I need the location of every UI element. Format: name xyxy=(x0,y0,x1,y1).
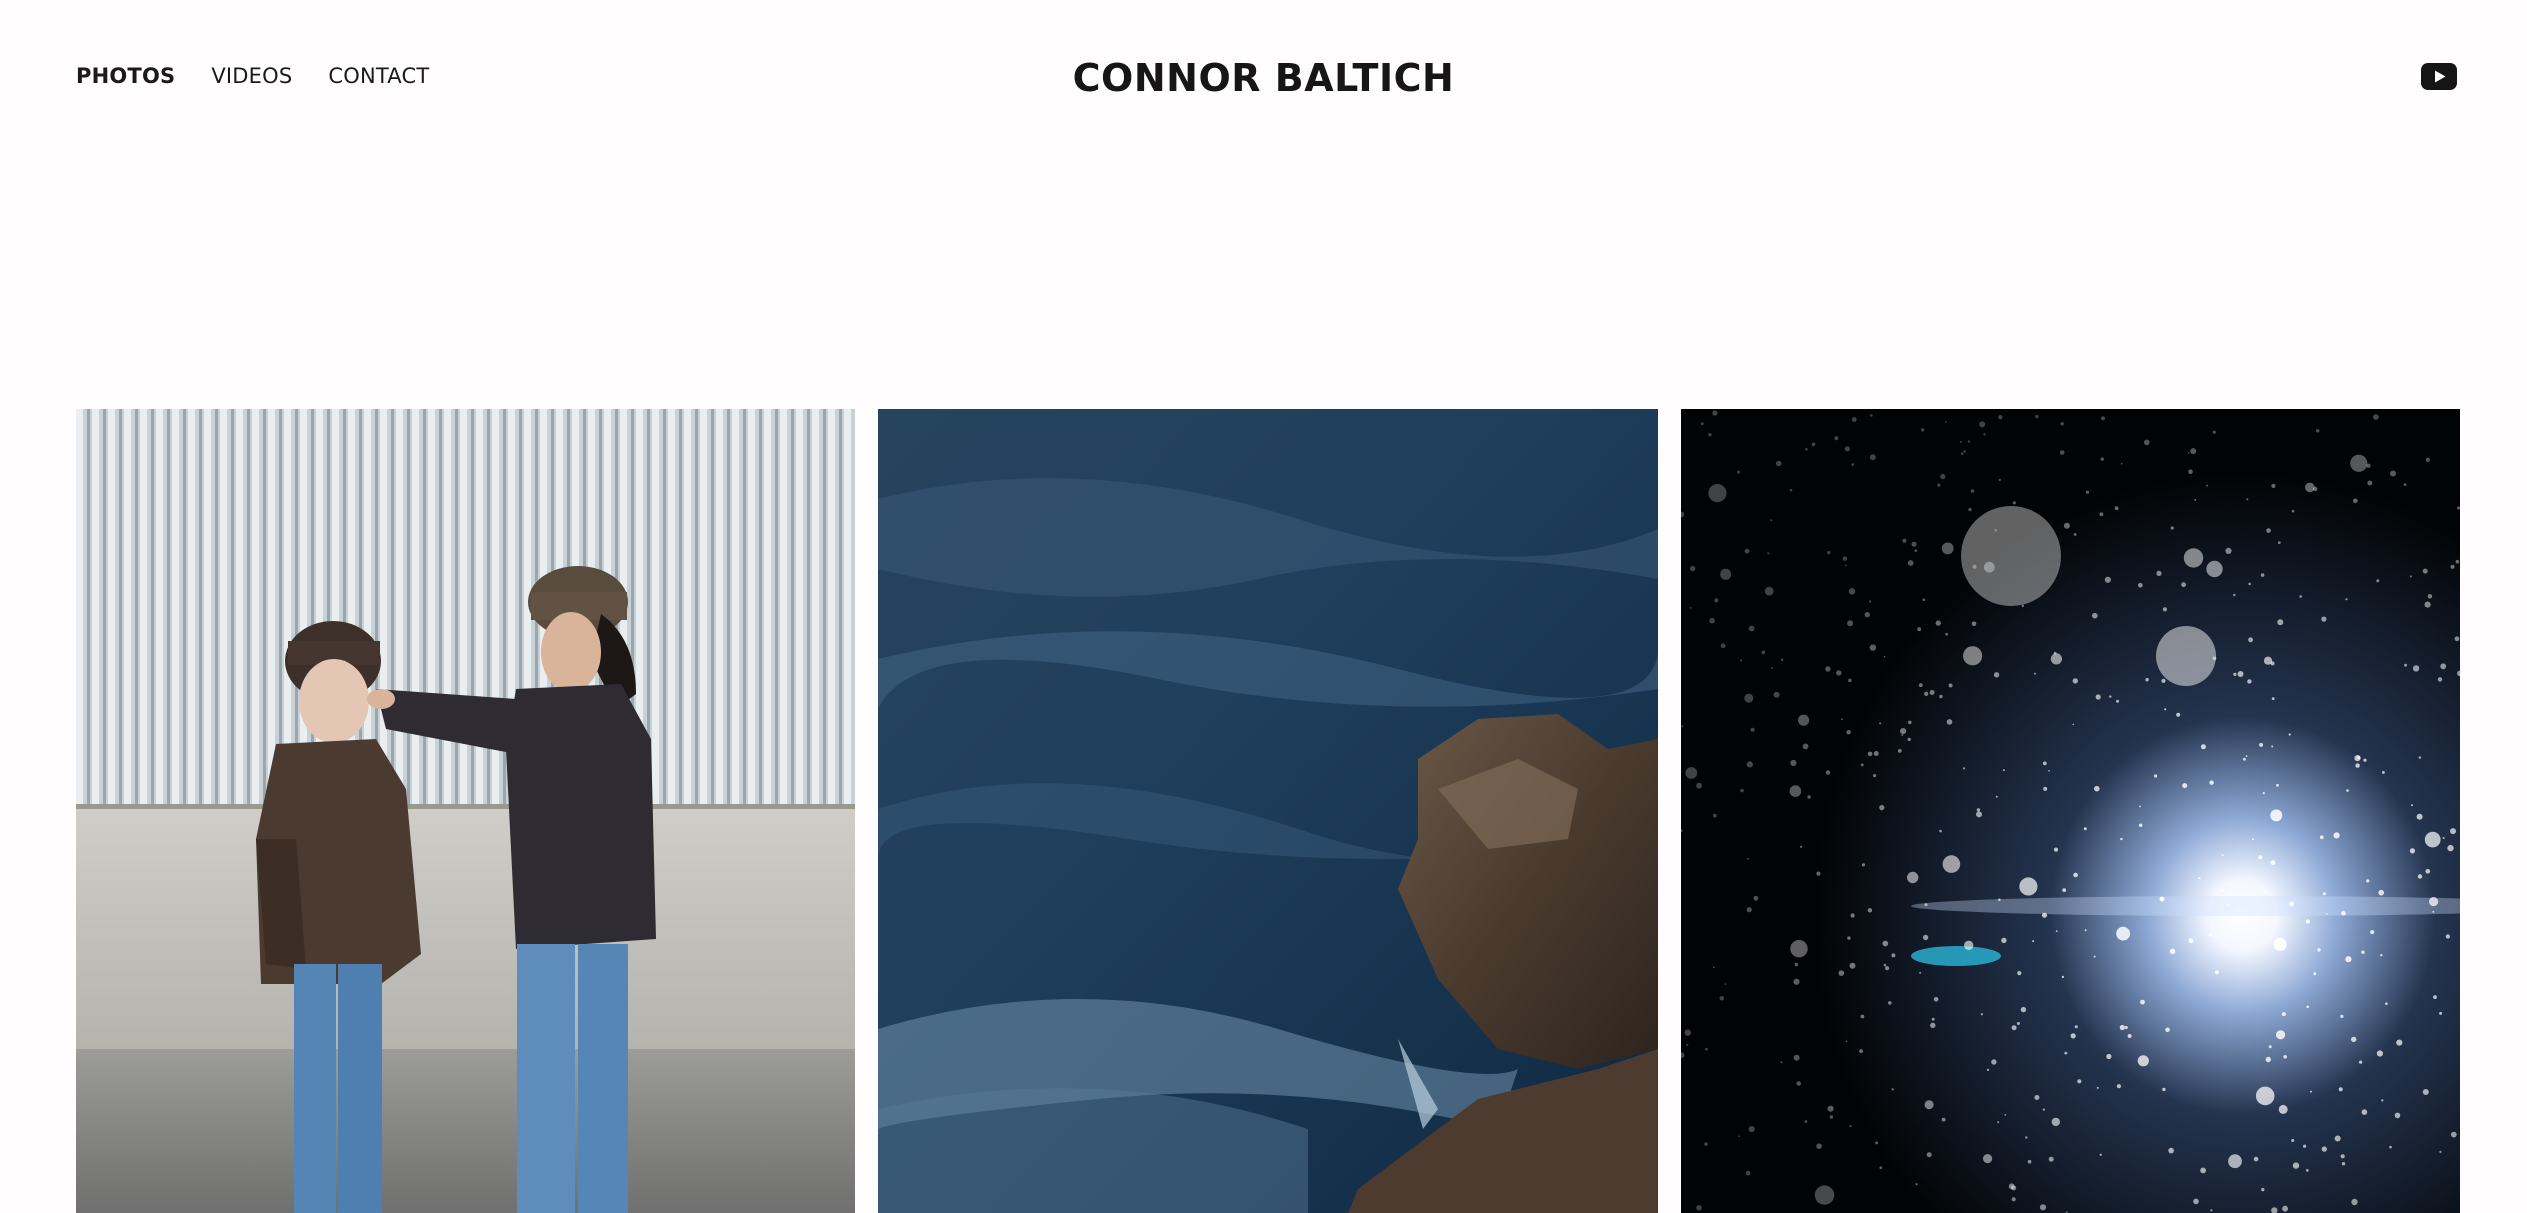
site-header: PHOTOS VIDEOS CONTACT CONNOR BALTICH xyxy=(0,0,2527,165)
youtube-link[interactable] xyxy=(2421,63,2457,90)
photo-grid xyxy=(76,409,2460,1213)
photo-two-people xyxy=(76,409,856,1213)
photo-tile-2[interactable] xyxy=(878,409,1658,1213)
youtube-icon xyxy=(2421,63,2457,90)
photo-tile-3[interactable] xyxy=(1680,409,2460,1213)
photo-starburst xyxy=(1680,409,2460,1213)
photo-water-rock xyxy=(878,409,1658,1213)
site-title[interactable]: CONNOR BALTICH xyxy=(0,56,2527,100)
photo-tile-1[interactable] xyxy=(76,409,856,1213)
